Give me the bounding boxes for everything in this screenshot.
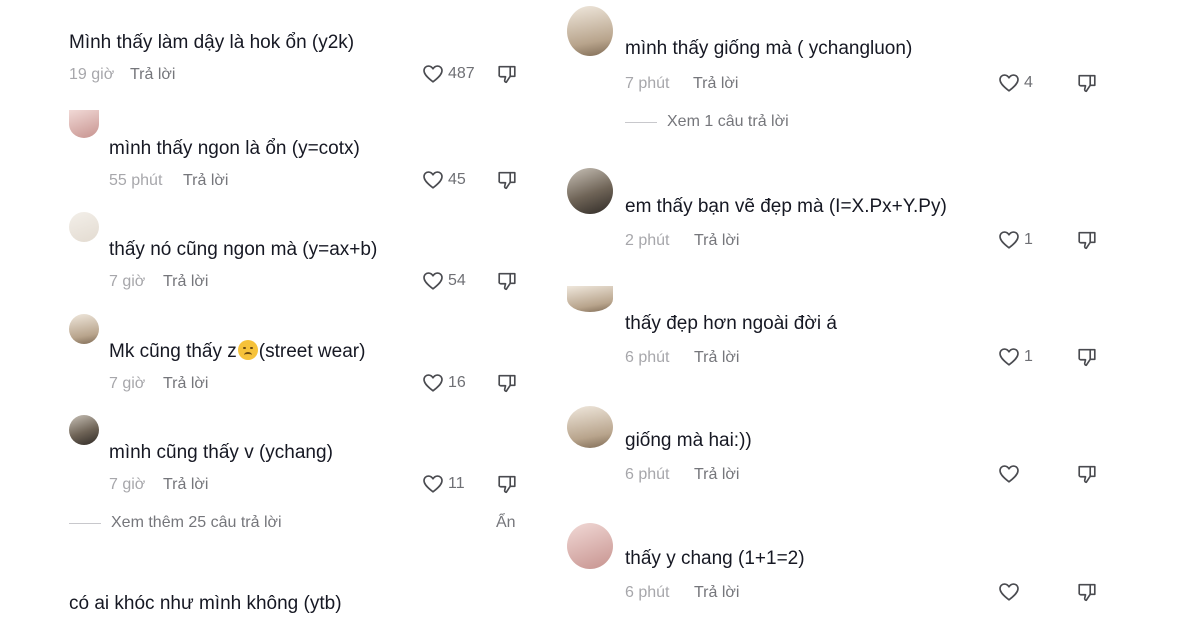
avatar[interactable] [567, 523, 613, 569]
reply-button[interactable]: Trả lời [183, 171, 228, 191]
thumbs-down-icon[interactable] [1076, 229, 1098, 251]
reply-button[interactable]: Trả lời [694, 231, 739, 251]
view-more-label: Xem thêm 25 câu trả lời [111, 514, 282, 531]
like-button[interactable]: 54 [422, 270, 466, 292]
comment-text: mình cũng thấy v (ychang) [109, 442, 333, 463]
like-button[interactable]: 487 [422, 63, 475, 85]
like-button[interactable]: 11 [422, 473, 465, 495]
like-button[interactable] [998, 581, 1024, 603]
comment-time: 7 giờ [109, 273, 146, 290]
comment-item: thấy đẹp hơn ngoài đời á 6 phút Trả lời … [560, 278, 1200, 378]
like-count: 4 [1024, 74, 1033, 91]
heart-icon [422, 63, 444, 85]
comment-text: thấy nó cũng ngon mà (y=ax+b) [109, 239, 378, 260]
comment-text: thấy đẹp hơn ngoài đời á [625, 313, 837, 334]
avatar[interactable] [567, 286, 613, 312]
like-button[interactable]: 1 [998, 346, 1033, 368]
view-more-replies-button[interactable]: Xem thêm 25 câu trả lời [69, 514, 282, 532]
disappointed-face-icon [237, 340, 258, 360]
like-count: 1 [1024, 231, 1033, 248]
heart-icon [422, 270, 444, 292]
like-button[interactable]: 1 [998, 229, 1033, 251]
avatar[interactable] [567, 168, 613, 214]
comment-item: mình thấy giống mà ( ychangluon) 7 phút … [560, 0, 1200, 100]
reply-button[interactable]: Trả lời [694, 348, 739, 368]
comment-item: giống mà hai:)) 6 phút Trả lời [560, 396, 1200, 496]
heart-icon [422, 473, 444, 495]
heart-icon [998, 72, 1020, 94]
reply-button[interactable]: Trả lời [163, 475, 208, 495]
reply-button[interactable]: Trả lời [694, 583, 739, 603]
thumbs-down-icon[interactable] [496, 169, 518, 191]
avatar[interactable] [69, 212, 99, 242]
reply-button[interactable]: Trả lời [693, 74, 738, 94]
divider [625, 121, 657, 123]
like-count: 11 [448, 475, 465, 492]
comment-time: 6 phút [625, 584, 670, 601]
like-count: 1 [1024, 348, 1033, 365]
heart-icon [998, 581, 1020, 603]
thumbs-down-icon[interactable] [496, 270, 518, 292]
heart-icon [998, 346, 1020, 368]
thumbs-down-icon[interactable] [1076, 463, 1098, 485]
comment-text: Mình thấy làm dậy là hok ổn (y2k) [69, 32, 355, 53]
comment-item: mình cũng thấy v (ychang) 7 giờ Trả lời … [0, 413, 560, 508]
reply-button[interactable]: Trả lời [694, 465, 739, 485]
view-replies-button[interactable]: Xem 1 câu trả lời [625, 113, 789, 131]
like-button[interactable] [998, 463, 1024, 485]
comment-item: có ai khóc như mình không (ytb) [0, 560, 560, 625]
view-replies-label: Xem 1 câu trả lời [667, 113, 789, 130]
like-button[interactable]: 4 [998, 72, 1033, 94]
reply-button[interactable]: Trả lời [163, 374, 208, 394]
comment-time: 2 phút [625, 232, 670, 249]
comment-item: thấy y chang (1+1=2) 6 phút Trả lời [560, 513, 1200, 623]
thumbs-down-icon[interactable] [496, 372, 518, 394]
comment-item: em thấy bạn vẽ đẹp mà (I=X.Px+Y.Py) 2 ph… [560, 160, 1200, 260]
comment-time: 7 phút [625, 75, 670, 92]
avatar[interactable] [69, 110, 99, 138]
like-count: 16 [448, 374, 466, 391]
reply-button[interactable]: Trả lời [163, 272, 208, 292]
heart-icon [998, 229, 1020, 251]
comment-text: mình thấy giống mà ( ychangluon) [625, 38, 913, 59]
thumbs-down-icon[interactable] [1076, 581, 1098, 603]
comment-text: Mk cũng thấy z (street wear) [109, 340, 365, 364]
comment-time: 6 phút [625, 349, 670, 366]
avatar[interactable] [69, 314, 99, 344]
like-count: 487 [448, 65, 475, 82]
thumbs-down-icon[interactable] [1076, 72, 1098, 94]
comment-text-part: (street wear) [258, 341, 366, 362]
comment-text-part: Mk cũng thấy z [109, 341, 237, 362]
thumbs-down-icon[interactable] [496, 63, 518, 85]
comment-item: thấy nó cũng ngon mà (y=ax+b) 7 giờ Trả … [0, 210, 560, 305]
comment-item: mình thấy ngon là ổn (y=cotx) 55 phút Tr… [0, 110, 560, 205]
heart-icon [998, 463, 1020, 485]
comment-text: giống mà hai:)) [625, 430, 752, 451]
heart-icon [422, 372, 444, 394]
comment-time: 19 giờ [69, 66, 115, 83]
avatar[interactable] [567, 6, 613, 56]
comment-time: 7 giờ [109, 476, 146, 493]
heart-icon [422, 169, 444, 191]
comment-time: 55 phút [109, 172, 163, 189]
like-button[interactable]: 16 [422, 372, 466, 394]
comment-item: Mình thấy làm dậy là hok ổn (y2k) 19 giờ… [0, 0, 560, 100]
comment-text: có ai khóc như mình không (ytb) [69, 593, 342, 614]
hide-replies-button[interactable]: Ẩn [496, 514, 516, 532]
comment-text: thấy y chang (1+1=2) [625, 548, 805, 569]
reply-button[interactable]: Trả lời [130, 65, 175, 85]
thumbs-down-icon[interactable] [1076, 346, 1098, 368]
comment-time: 6 phút [625, 466, 670, 483]
thumbs-down-icon[interactable] [496, 473, 518, 495]
like-button[interactable]: 45 [422, 169, 466, 191]
comment-item: Mk cũng thấy z (street wear) 7 giờ Trả lờ… [0, 312, 560, 407]
like-count: 45 [448, 171, 466, 188]
avatar[interactable] [69, 415, 99, 445]
comment-text: mình thấy ngon là ổn (y=cotx) [109, 138, 360, 159]
avatar[interactable] [567, 406, 613, 448]
like-count: 54 [448, 272, 466, 289]
divider [69, 522, 101, 524]
comment-text: em thấy bạn vẽ đẹp mà (I=X.Px+Y.Py) [625, 196, 947, 217]
comment-time: 7 giờ [109, 375, 146, 392]
